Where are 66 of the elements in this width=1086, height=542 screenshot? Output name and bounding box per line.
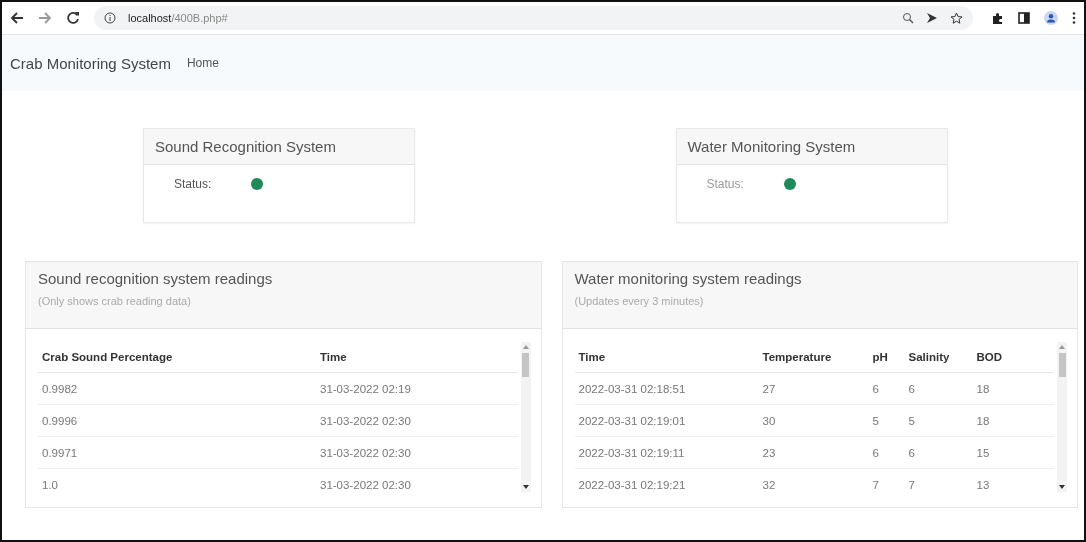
profile-icon[interactable] [1044, 11, 1058, 25]
card-title: Sound Recognition System [155, 138, 336, 155]
forward-arrow-icon[interactable] [38, 11, 52, 25]
more-menu-icon[interactable] [1072, 11, 1076, 25]
scroll-down-icon[interactable] [522, 485, 529, 489]
table-cell: 0.9971 [38, 436, 316, 469]
table-cell: 32 [758, 468, 869, 500]
column-header: Salinity [904, 342, 973, 373]
table-cell: 6 [868, 436, 905, 469]
table-cell: 30 [758, 404, 869, 437]
puzzle-icon[interactable] [991, 11, 1004, 25]
side-panel-icon[interactable] [1018, 12, 1030, 24]
scroll-up-icon[interactable] [522, 345, 529, 349]
back-arrow-icon[interactable] [10, 11, 24, 25]
scroll-thumb[interactable] [522, 353, 529, 377]
table-cell: 2022-03-31 02:19:01 [574, 404, 759, 437]
table-cell: 2022-03-31 02:19:11 [574, 436, 759, 469]
table-cell: 31-03-2022 02:30 [316, 468, 518, 500]
scroll-down-icon[interactable] [1059, 485, 1065, 489]
table-cell: 6 [904, 436, 973, 469]
nav-link[interactable]: Home [186, 56, 219, 70]
panel-title: Water monitoring system readings [574, 270, 803, 287]
status-label: Status: [706, 177, 744, 191]
panel-subtitle: (Updates every 3 minutes) [574, 295, 705, 307]
table-cell: 5 [868, 404, 905, 437]
table-cell: 0.9982 [38, 372, 316, 405]
table-cell: 23 [758, 436, 869, 469]
table-cell: 18 [972, 404, 1054, 437]
table-cell: 13 [972, 468, 1054, 500]
table-cell: 7 [904, 468, 973, 500]
table-cell: 31-03-2022 02:19 [316, 372, 518, 405]
scrollbar[interactable] [520, 342, 531, 492]
table-cell: 6 [904, 372, 973, 405]
table-cell: 2022-03-31 02:19:21 [574, 468, 759, 500]
star-icon[interactable] [950, 11, 963, 25]
status-label: Status: [174, 177, 212, 191]
table-cell: 6 [868, 372, 905, 405]
url-text[interactable]: localhost/400B.php# [128, 12, 228, 24]
brand-link[interactable]: Crab Monitoring System [10, 54, 171, 72]
table-cell: 31-03-2022 02:30 [316, 404, 518, 437]
panel-title: Sound recognition system readings [38, 270, 274, 287]
table-cell: 1.0 [38, 468, 316, 500]
scroll-thumb[interactable] [1058, 353, 1066, 377]
card-title: Water Monitoring System [687, 138, 856, 155]
zoom-icon[interactable] [902, 12, 914, 24]
table-cell: 5 [904, 404, 973, 437]
column-header: Time [316, 342, 518, 373]
column-header: Temperature [758, 342, 869, 373]
table-cell: 0.9996 [38, 404, 316, 437]
table-cell: 18 [972, 372, 1054, 405]
table-cell: 2022-03-31 02:18:51 [574, 372, 759, 405]
reload-icon[interactable] [66, 11, 80, 25]
info-icon[interactable] [104, 12, 116, 24]
column-header: Time [574, 342, 759, 373]
column-header: BOD [972, 342, 1054, 373]
address-bar[interactable]: localhost/400B.php# [94, 6, 973, 30]
table-cell: 31-03-2022 02:30 [316, 436, 518, 469]
table-cell: 15 [972, 436, 1054, 469]
scroll-up-icon[interactable] [1059, 345, 1065, 349]
panel-subtitle: (Only shows crab reading data) [38, 295, 192, 307]
table-cell: 27 [758, 372, 869, 405]
table-cell: 7 [868, 468, 905, 500]
send-icon[interactable] [926, 12, 938, 24]
scrollbar[interactable] [1057, 342, 1067, 492]
column-header: pH [868, 342, 905, 373]
column-header: Crab Sound Percentage [38, 342, 316, 373]
